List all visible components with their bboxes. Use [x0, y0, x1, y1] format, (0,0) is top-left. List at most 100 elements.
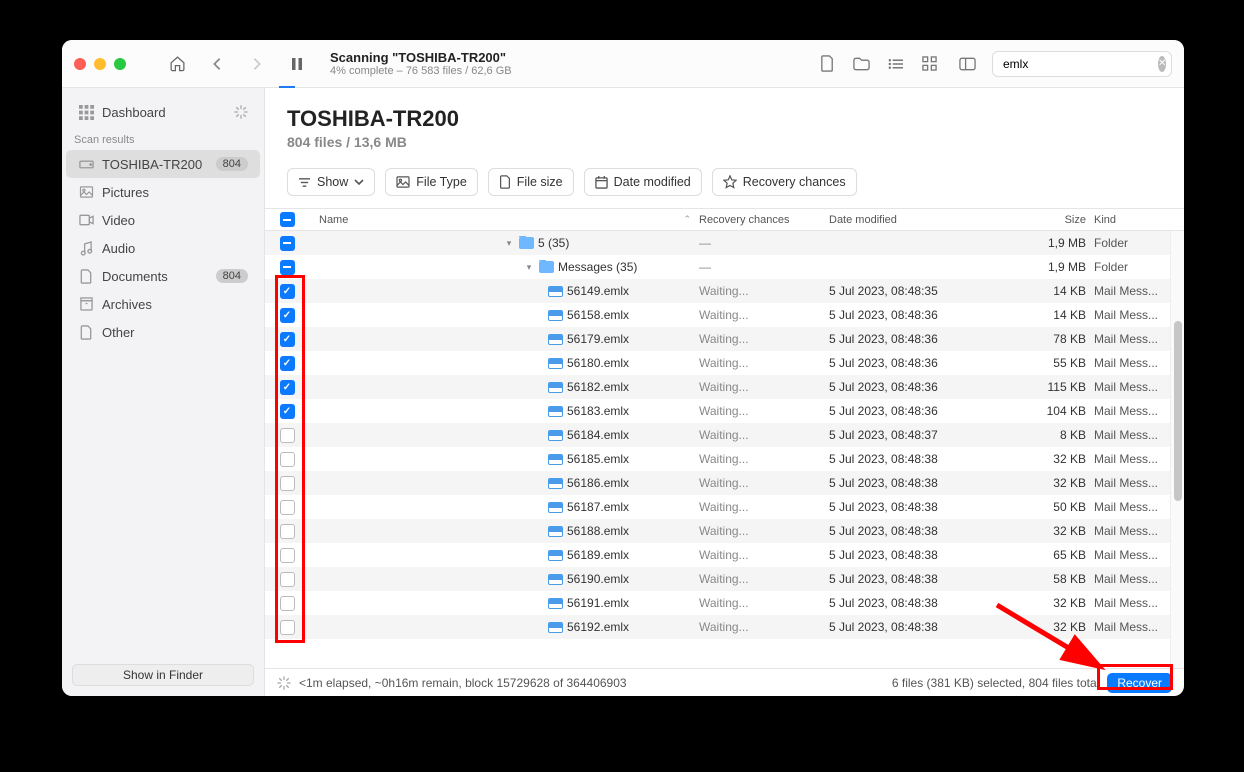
sidebar-item-video[interactable]: Video — [66, 206, 260, 234]
recover-button[interactable]: Recover — [1107, 673, 1172, 693]
filesize-filter[interactable]: File size — [488, 168, 574, 196]
row-checkbox[interactable] — [280, 548, 295, 563]
home-active-indicator — [279, 86, 295, 88]
row-checkbox[interactable] — [280, 356, 295, 371]
table-row[interactable]: 56183.emlx Waiting... 5 Jul 2023, 08:48:… — [265, 399, 1184, 423]
row-checkbox[interactable] — [280, 524, 295, 539]
table-row[interactable]: ▾5 (35) — 1,9 MB Folder — [265, 231, 1184, 255]
sidebar-item-label: Documents — [102, 269, 168, 284]
row-checkbox[interactable] — [280, 332, 295, 347]
doc-view-icon[interactable] — [812, 50, 842, 78]
file-size: 32 KB — [1004, 620, 1094, 634]
file-size: 55 KB — [1004, 356, 1094, 370]
col-date-label[interactable]: Date modified — [829, 214, 1004, 226]
table-row[interactable]: ▾Messages (35) — 1,9 MB Folder — [265, 255, 1184, 279]
close-button[interactable] — [74, 58, 86, 70]
file-size: 32 KB — [1004, 596, 1094, 610]
row-checkbox[interactable] — [280, 428, 295, 443]
table-row[interactable]: 56149.emlx Waiting... 5 Jul 2023, 08:48:… — [265, 279, 1184, 303]
titlebar: Scanning "TOSHIBA-TR200" 4% complete – 7… — [62, 40, 1184, 88]
sidebar-item-pictures[interactable]: Pictures — [66, 178, 260, 206]
folder-view-icon[interactable] — [846, 50, 876, 78]
forward-button[interactable] — [242, 50, 272, 78]
sidebar-item-label: Video — [102, 213, 135, 228]
disclosure-icon[interactable]: ▾ — [503, 238, 515, 249]
file-name: 56185.emlx — [567, 452, 629, 466]
search-input[interactable] — [999, 57, 1158, 71]
row-checkbox[interactable] — [280, 380, 295, 395]
col-name-label[interactable]: Name — [319, 214, 348, 226]
row-checkbox[interactable] — [280, 476, 295, 491]
date-filter[interactable]: Date modified — [584, 168, 702, 196]
file-size: 78 KB — [1004, 332, 1094, 346]
footer: <1m elapsed, ~0h16m remain, block 157296… — [265, 668, 1184, 696]
table-row[interactable]: 56192.emlx Waiting... 5 Jul 2023, 08:48:… — [265, 615, 1184, 639]
mail-icon — [548, 430, 563, 441]
row-checkbox[interactable] — [280, 260, 295, 275]
row-checkbox[interactable] — [280, 596, 295, 611]
sidebar-item-other[interactable]: Other — [66, 318, 260, 346]
sidebar-item-documents[interactable]: Documents804 — [66, 262, 260, 290]
sidebar-item-toshiba-tr200[interactable]: TOSHIBA-TR200804 — [66, 150, 260, 178]
col-kind-label[interactable]: Kind — [1094, 214, 1184, 226]
table-row[interactable]: 56190.emlx Waiting... 5 Jul 2023, 08:48:… — [265, 567, 1184, 591]
recovery-chance: — — [699, 260, 829, 274]
table-row[interactable]: 56182.emlx Waiting... 5 Jul 2023, 08:48:… — [265, 375, 1184, 399]
recovery-filter[interactable]: Recovery chances — [712, 168, 857, 196]
row-checkbox[interactable] — [280, 236, 295, 251]
sort-up-icon: ⌃ — [683, 214, 691, 225]
date-modified: 5 Jul 2023, 08:48:38 — [829, 596, 1004, 610]
table-row[interactable]: 56187.emlx Waiting... 5 Jul 2023, 08:48:… — [265, 495, 1184, 519]
sidebar-toggle-icon[interactable] — [952, 50, 982, 78]
scrollbar-thumb[interactable] — [1174, 321, 1182, 501]
sidebar-item-label: Other — [102, 325, 135, 340]
col-size-label[interactable]: Size — [1004, 214, 1094, 226]
date-modified: 5 Jul 2023, 08:48:36 — [829, 404, 1004, 418]
folder-icon — [519, 237, 534, 249]
recovery-chance: Waiting... — [699, 404, 829, 418]
clear-search-icon[interactable]: ✕ — [1158, 56, 1166, 72]
row-checkbox[interactable] — [280, 500, 295, 515]
dashboard-icon — [78, 104, 94, 120]
table-row[interactable]: 56186.emlx Waiting... 5 Jul 2023, 08:48:… — [265, 471, 1184, 495]
sidebar-dashboard[interactable]: Dashboard — [66, 98, 260, 126]
show-in-finder-button[interactable]: Show in Finder — [72, 664, 254, 686]
grid-view-icon[interactable] — [914, 50, 944, 78]
mail-icon — [548, 574, 563, 585]
row-checkbox[interactable] — [280, 572, 295, 587]
disclosure-icon[interactable]: ▾ — [523, 262, 535, 273]
table-row[interactable]: 56158.emlx Waiting... 5 Jul 2023, 08:48:… — [265, 303, 1184, 327]
table-row[interactable]: 56185.emlx Waiting... 5 Jul 2023, 08:48:… — [265, 447, 1184, 471]
scrollbar[interactable] — [1170, 231, 1184, 668]
filetype-filter[interactable]: File Type — [385, 168, 478, 196]
pause-button[interactable] — [282, 50, 312, 78]
row-checkbox[interactable] — [280, 404, 295, 419]
mail-icon — [548, 334, 563, 345]
table-row[interactable]: 56184.emlx Waiting... 5 Jul 2023, 08:48:… — [265, 423, 1184, 447]
row-checkbox[interactable] — [280, 284, 295, 299]
sidebar-item-label: Audio — [102, 241, 135, 256]
footer-selection: 6 files (381 KB) selected, 804 files tot… — [892, 676, 1099, 690]
col-recovery-label[interactable]: Recovery chances — [699, 214, 829, 226]
minimize-button[interactable] — [94, 58, 106, 70]
table-row[interactable]: 56189.emlx Waiting... 5 Jul 2023, 08:48:… — [265, 543, 1184, 567]
maximize-button[interactable] — [114, 58, 126, 70]
table-row[interactable]: 56179.emlx Waiting... 5 Jul 2023, 08:48:… — [265, 327, 1184, 351]
table-row[interactable]: 56180.emlx Waiting... 5 Jul 2023, 08:48:… — [265, 351, 1184, 375]
select-all-checkbox[interactable] — [280, 212, 295, 227]
row-checkbox[interactable] — [280, 308, 295, 323]
back-button[interactable] — [202, 50, 232, 78]
list-view-icon[interactable] — [880, 50, 910, 78]
file-size: 8 KB — [1004, 428, 1094, 442]
show-filter[interactable]: Show — [287, 168, 375, 196]
spinner-icon — [277, 676, 291, 690]
sidebar-item-archives[interactable]: Archives — [66, 290, 260, 318]
row-checkbox[interactable] — [280, 620, 295, 635]
row-checkbox[interactable] — [280, 452, 295, 467]
table-row[interactable]: 56191.emlx Waiting... 5 Jul 2023, 08:48:… — [265, 591, 1184, 615]
home-button[interactable] — [162, 50, 192, 78]
sidebar-item-audio[interactable]: Audio — [66, 234, 260, 262]
sidebar-section-label: Scan results — [62, 126, 264, 150]
table-row[interactable]: 56188.emlx Waiting... 5 Jul 2023, 08:48:… — [265, 519, 1184, 543]
search-box[interactable]: ✕ — [992, 51, 1172, 77]
